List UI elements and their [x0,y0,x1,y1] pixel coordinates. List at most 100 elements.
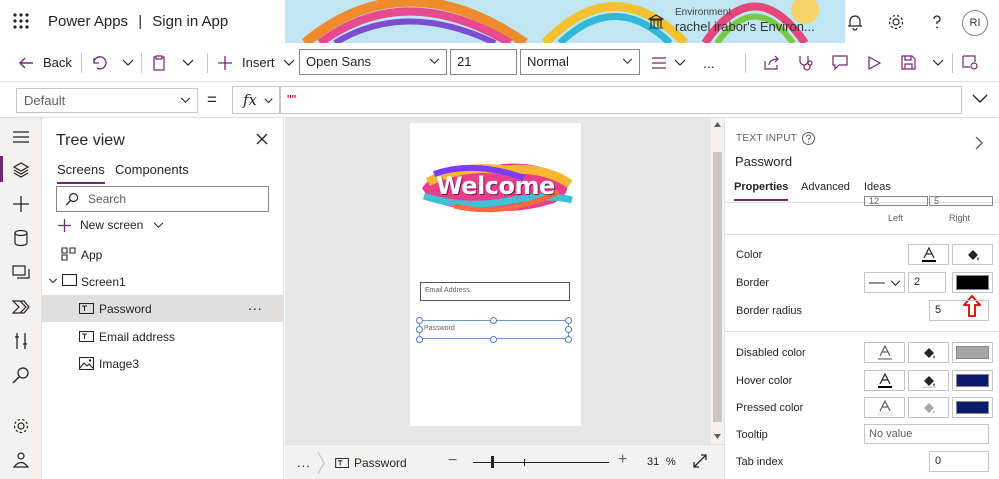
gear-icon[interactable] [887,13,905,31]
tab-components[interactable]: Components [115,162,189,182]
pressed-fill-color-button[interactable] [908,397,949,418]
search-icon[interactable] [12,366,30,384]
border-radius-input[interactable]: 5 [929,300,989,321]
bell-icon[interactable] [846,13,864,31]
align-button[interactable] [652,43,686,82]
tab-advanced[interactable]: Advanced [801,181,850,199]
text-color-button[interactable] [908,244,949,265]
back-button[interactable]: Back [18,43,72,82]
hover-text-color-button[interactable] [864,370,905,391]
layers-icon[interactable] [12,161,30,179]
scroll-down-icon[interactable] [714,434,721,439]
tools-icon[interactable] [12,332,30,350]
insert-button[interactable]: Insert [218,43,295,82]
zoom-slider-thumb[interactable] [490,456,494,468]
formula-input[interactable]: "" [280,86,962,114]
selected-control-breadcrumb[interactable]: Password [335,456,407,470]
font-family-select[interactable]: Open Sans [299,49,447,75]
selection-handle[interactable] [565,336,572,343]
tree-node-screen1[interactable]: Screen1 [42,268,284,295]
welcome-image[interactable]: Welcome [414,148,577,223]
close-icon[interactable] [256,133,268,145]
media-icon[interactable] [12,263,30,281]
environment-value[interactable]: rachel irabor's Environ... [675,19,815,34]
padding-right-input[interactable]: 5 [929,196,993,206]
tab-index-input[interactable]: 0 [929,451,989,472]
font-size-input[interactable]: 21 [450,49,517,75]
scroll-up-icon[interactable] [714,122,721,127]
selection-handle[interactable] [565,317,572,324]
chevron-down-icon[interactable] [48,278,58,284]
border-style-select[interactable] [864,272,905,293]
app-checker-button[interactable] [798,43,813,82]
help-icon[interactable] [802,132,816,145]
email-address-input[interactable]: Email Address [420,282,570,301]
fit-to-window-icon[interactable] [693,454,707,468]
publish-button[interactable] [962,43,978,82]
chevron-down-icon[interactable] [972,94,988,104]
selection-handle[interactable] [416,317,423,324]
padding-left-input[interactable]: 12 [864,196,928,206]
control-name[interactable]: Password [735,154,792,169]
new-screen-button[interactable]: New screen [58,218,164,232]
more-options-button[interactable]: ... [248,297,263,313]
avatar[interactable]: RI [962,10,988,36]
preview-button[interactable] [868,43,881,82]
virtual-agent-icon[interactable] [12,451,30,469]
help-icon[interactable] [928,13,946,31]
selection-handle[interactable] [490,336,497,343]
align-icon [652,56,666,69]
pressed-border-color-button[interactable] [952,397,993,418]
zoom-out-button[interactable]: − [448,452,457,470]
tree-node-image3[interactable]: Image3 [42,350,284,377]
selection-handle[interactable] [416,326,423,333]
zoom-value[interactable]: 31 [647,456,659,468]
border-thickness-input[interactable]: 2 [908,272,946,293]
zoom-in-button[interactable]: + [618,451,627,469]
tree-node-app[interactable]: App [42,241,284,268]
waffle-icon[interactable] [12,12,30,30]
database-icon[interactable] [12,229,30,247]
paste-dropdown-button[interactable] [182,43,194,82]
hover-fill-color-button[interactable] [908,370,949,391]
pressed-text-color-button[interactable] [864,397,905,418]
comments-button[interactable] [832,43,848,82]
disabled-text-color-button[interactable] [864,342,905,363]
property-select[interactable]: Default [16,88,198,113]
tab-properties[interactable]: Properties [734,181,789,201]
scrollbar-thumb[interactable] [713,152,722,422]
fx-button[interactable]: fx [232,86,280,114]
search-input[interactable]: Search [56,186,269,212]
disabled-fill-color-button[interactable] [908,342,949,363]
more-commands-button[interactable]: ... [703,43,715,82]
chevron-right-icon[interactable] [975,136,984,150]
tooltip-input[interactable]: No value [864,424,989,444]
tree-node-email-address[interactable]: Email address [42,323,284,350]
canvas-scrollbar[interactable] [711,118,724,444]
save-dropdown-button[interactable] [932,43,944,82]
undo-dropdown-button[interactable] [122,43,134,82]
app-screen-preview[interactable]: Welcome Email Address Password [410,123,581,426]
paste-button[interactable] [152,43,166,82]
border-color-button[interactable] [952,272,993,293]
share-button[interactable] [764,43,780,82]
font-weight-select[interactable]: Normal [520,49,640,75]
fill-color-button[interactable] [952,244,993,265]
hamburger-icon[interactable] [12,128,30,146]
selection-handle[interactable] [565,326,572,333]
selection-handle[interactable] [416,336,423,343]
disabled-border-color-button[interactable] [952,342,993,363]
power-automate-icon[interactable] [12,298,30,316]
tab-screens[interactable]: Screens [57,162,105,184]
product-name[interactable]: Power Apps [48,13,128,30]
hover-border-color-button[interactable] [952,370,993,391]
selection-handle[interactable] [490,317,497,324]
plus-icon[interactable] [12,195,30,213]
tree-node-password[interactable]: Password ... [42,295,284,322]
control-type-header: TEXT INPUT [736,132,816,145]
breadcrumb-more-button[interactable]: ... [297,455,311,470]
disabled-color-swatch [956,346,989,359]
undo-button[interactable] [92,43,107,82]
settings-icon[interactable] [12,417,30,435]
save-button[interactable] [901,43,916,82]
